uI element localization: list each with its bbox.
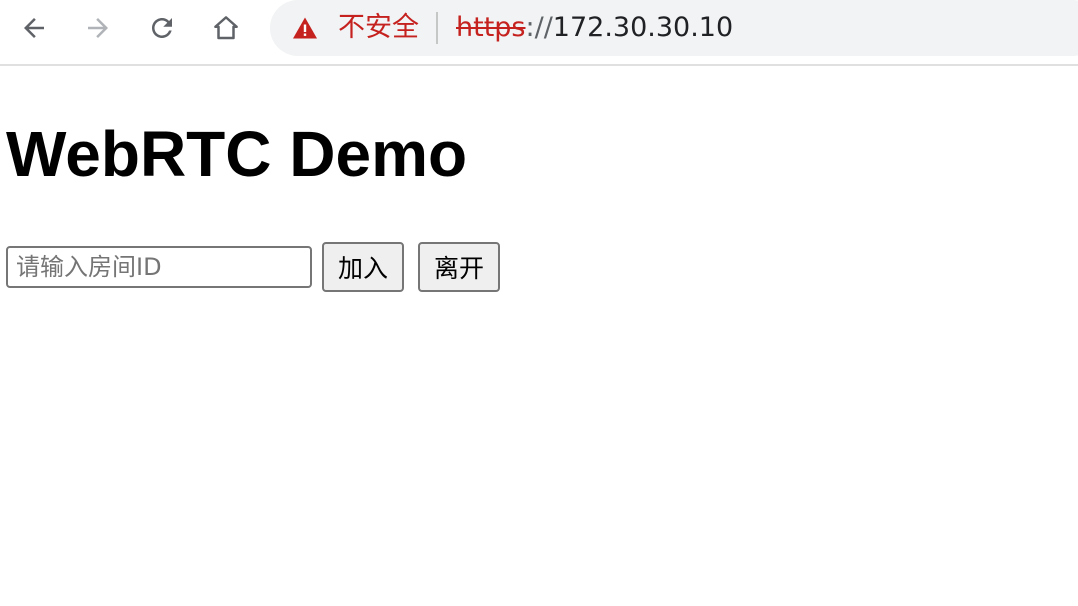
reload-icon — [152, 18, 172, 38]
security-status-label[interactable]: 不安全 — [338, 10, 419, 46]
url-scheme: https — [456, 12, 526, 43]
reload-button[interactable] — [142, 8, 182, 48]
omnibox-divider — [436, 12, 438, 44]
room-id-input[interactable] — [6, 246, 312, 288]
url-separator: :// — [525, 12, 553, 43]
url-text[interactable]: https://172.30.30.10 — [456, 10, 733, 46]
back-button[interactable] — [14, 8, 54, 48]
forward-button[interactable] — [78, 8, 118, 48]
address-bar[interactable]: 不安全 https://172.30.30.10 — [270, 0, 1078, 56]
home-icon — [214, 16, 238, 40]
home-button[interactable] — [206, 8, 246, 48]
browser-toolbar: 不安全 https://172.30.30.10 — [0, 0, 1078, 66]
page-title: WebRTC Demo — [6, 118, 468, 190]
warning-triangle-icon[interactable] — [292, 16, 318, 44]
back-arrow-icon — [24, 18, 44, 38]
url-host: 172.30.30.10 — [552, 12, 734, 43]
join-button[interactable]: 加入 — [322, 242, 405, 292]
leave-button[interactable]: 离开 — [418, 242, 501, 292]
forward-arrow-icon — [88, 18, 108, 38]
